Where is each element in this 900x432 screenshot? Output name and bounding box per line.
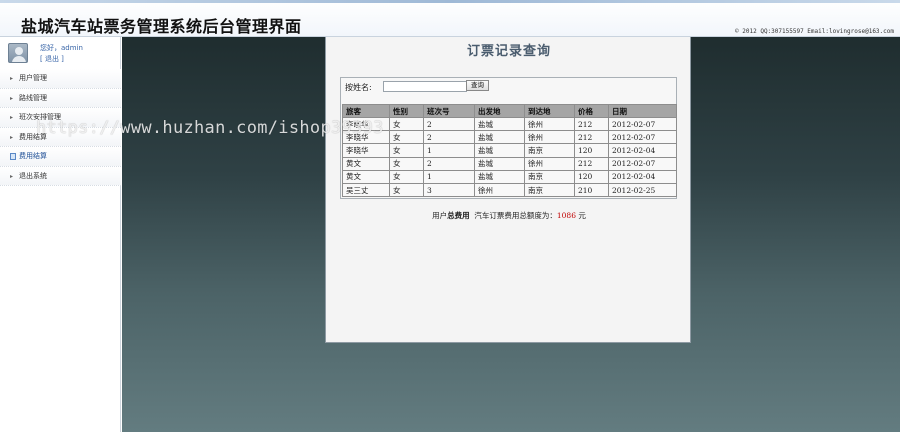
arrow-right-icon: ▸	[10, 75, 14, 82]
column-header: 班次号	[423, 104, 475, 118]
table-cell: 南京	[524, 169, 575, 184]
table-cell: 210	[574, 182, 609, 198]
table-cell: 盐城	[474, 169, 525, 184]
avatar-icon	[8, 43, 28, 63]
app-title: 盐城汽车站票务管理系统后台管理界面	[21, 17, 302, 36]
total-amount: 1086	[556, 211, 576, 220]
table-row: 李晓华 女 2 盐城 徐州 212 2012-02-07	[342, 116, 677, 132]
table-cell: 120	[574, 169, 609, 184]
sidebar-item-exit-system[interactable]: ▸ 退出系统	[0, 166, 121, 186]
app-header: 盐城汽车站票务管理系统后台管理界面 © 2012 QQ:307155597 Em…	[0, 0, 900, 37]
sidebar-item-label: 退出系统	[19, 171, 47, 180]
table-cell: 徐州	[524, 130, 575, 145]
table-cell: 3	[423, 182, 475, 198]
record-box: 按姓名: 查询 旅客 性别 班次号 出发地 到达地 价格 日期 李晓华 女 2 …	[340, 77, 677, 199]
sidebar-item-label: 费用结算	[19, 152, 47, 161]
sidebar-item-label: 用户管理	[19, 74, 47, 83]
column-header: 到达地	[524, 104, 575, 118]
arrow-right-icon: ▸	[10, 172, 14, 180]
table-cell: 212	[574, 130, 609, 145]
table-cell: 盐城	[474, 143, 525, 158]
table-cell: 2012-02-04	[608, 169, 677, 184]
table-cell: 2012-02-07	[608, 130, 677, 145]
column-header: 性别	[389, 104, 424, 118]
table-cell: 盐城	[474, 156, 525, 171]
document-icon	[10, 153, 16, 160]
table-cell: 南京	[524, 182, 575, 198]
ticket-records-table: 旅客 性别 班次号 出发地 到达地 价格 日期 李晓华 女 2 盐城 徐州 21…	[342, 104, 677, 198]
sidebar-item-label: 路线管理	[19, 93, 47, 102]
arrow-right-icon: ▸	[10, 114, 14, 121]
sidebar-item-schedule-management[interactable]: ▸ 班次安排管理	[0, 108, 121, 128]
table-cell: 2	[423, 116, 475, 132]
table-cell: 徐州	[524, 116, 575, 132]
table-cell: 212	[574, 156, 609, 171]
table-header-row: 旅客 性别 班次号 出发地 到达地 价格 日期	[342, 104, 677, 118]
header-accent-bar	[0, 0, 900, 3]
table-cell: 212	[574, 116, 609, 132]
table-cell: 女	[389, 116, 424, 132]
sidebar: 您好，admin [ 退出 ] ▸ 用户管理 ▸ 路线管理 ▸ 班次安排管理 ▸…	[0, 37, 121, 432]
search-button[interactable]: 查询	[466, 80, 489, 91]
sidebar-item-route-management[interactable]: ▸ 路线管理	[0, 88, 121, 108]
search-row: 按姓名: 查询	[344, 80, 675, 102]
table-cell: 黄文	[342, 156, 390, 171]
summary-text: 汽车订票费用总额度为：	[474, 211, 557, 220]
sidebar-item-user-management[interactable]: ▸ 用户管理	[0, 69, 121, 89]
table-cell: 李晓华	[342, 143, 390, 158]
table-cell: 2012-02-25	[608, 182, 677, 198]
sidebar-item-fee-settlement-sub[interactable]: 费用结算	[0, 147, 121, 167]
summary-bold: 总费用	[447, 211, 470, 220]
table-row: 黄文 女 1 盐城 南京 120 2012-02-04	[342, 169, 677, 184]
table-cell: 南京	[524, 143, 575, 158]
table-cell: 2012-02-07	[608, 116, 677, 132]
table-cell: 2	[423, 156, 475, 171]
table-cell: 盐城	[474, 130, 525, 145]
ticket-record-panel: 订票记录查询 按姓名: 查询 旅客 性别 班次号 出发地 到达地 价格 日期 李…	[325, 37, 691, 343]
summary-prefix: 用户	[432, 211, 448, 220]
table-cell: 徐州	[474, 182, 525, 198]
table-cell: 2	[423, 130, 475, 145]
column-header: 价格	[574, 104, 609, 118]
sidebar-item-label: 费用结算	[19, 132, 47, 141]
table-cell: 1	[423, 143, 475, 158]
column-header: 日期	[608, 104, 677, 118]
copyright-text: © 2012 QQ:307155597 Email:lovingrose@163…	[735, 28, 894, 35]
table-row: 黄文 女 2 盐城 徐州 212 2012-02-07	[342, 156, 677, 171]
table-cell: 李晓华	[342, 130, 390, 145]
sidebar-menu: ▸ 用户管理 ▸ 路线管理 ▸ 班次安排管理 ▸ 费用结算 费用结算 ▸ 退出系…	[0, 69, 121, 186]
table-cell: 吴三丈	[342, 182, 390, 198]
table-cell: 女	[389, 182, 424, 198]
table-cell: 1	[423, 169, 475, 184]
table-cell: 黄文	[342, 169, 390, 184]
logout-link[interactable]: [ 退出 ]	[40, 54, 64, 64]
table-row: 李晓华 女 2 盐城 徐州 212 2012-02-07	[342, 130, 677, 145]
table-cell: 女	[389, 143, 424, 158]
search-label: 按姓名:	[345, 83, 372, 92]
table-row: 吴三丈 女 3 徐州 南京 210 2012-02-25	[342, 182, 677, 198]
column-header: 出发地	[474, 104, 525, 118]
table-cell: 李晓华	[342, 116, 390, 132]
table-cell: 女	[389, 169, 424, 184]
arrow-right-icon: ▸	[10, 133, 14, 141]
table-cell: 女	[389, 156, 424, 171]
arrow-right-icon: ▸	[10, 94, 14, 102]
table-cell: 徐州	[524, 156, 575, 171]
table-cell: 2012-02-04	[608, 143, 677, 158]
table-row: 李晓华 女 1 盐城 南京 120 2012-02-04	[342, 143, 677, 158]
page-title: 订票记录查询	[466, 44, 551, 59]
sidebar-item-label: 班次安排管理	[19, 113, 61, 122]
table-cell: 2012-02-07	[608, 156, 677, 171]
sidebar-item-fee-settlement[interactable]: ▸ 费用结算	[0, 127, 121, 147]
summary-unit: 元	[578, 211, 586, 220]
user-greeting: 您好，admin	[40, 44, 83, 52]
table-cell: 120	[574, 143, 609, 158]
fee-summary: 用户总费用 汽车订票费用总额度为：1086 元	[326, 210, 692, 221]
column-header: 旅客	[342, 104, 390, 118]
table-cell: 盐城	[474, 116, 525, 132]
name-search-input[interactable]	[383, 81, 467, 92]
table-cell: 女	[389, 130, 424, 145]
